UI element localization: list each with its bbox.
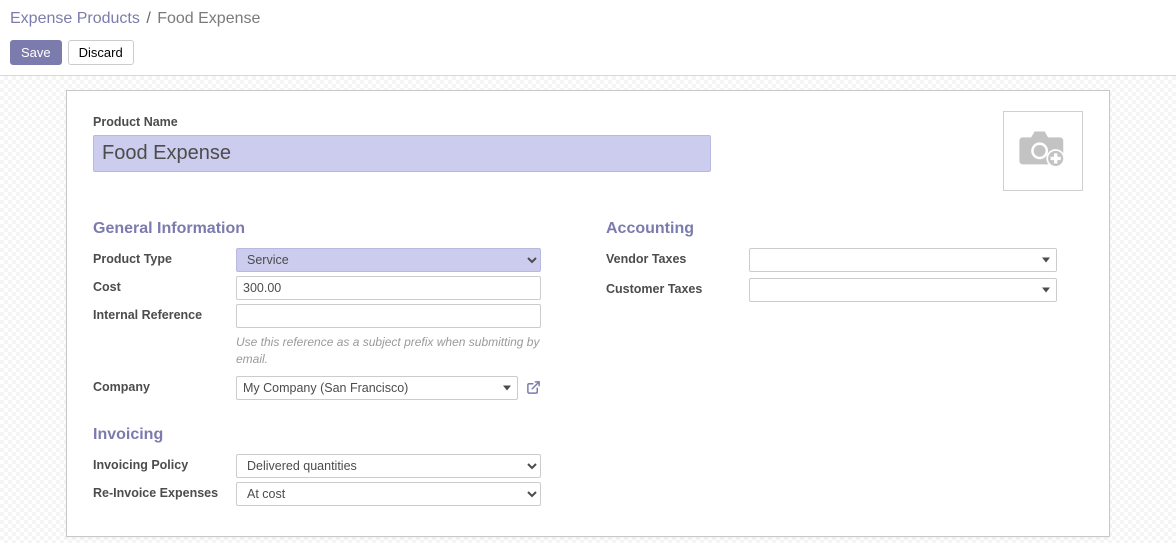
- breadcrumb-parent[interactable]: Expense Products: [10, 10, 140, 27]
- chevron-down-icon: [1042, 288, 1050, 293]
- form-sheet: Product Name General Information Product…: [66, 90, 1110, 537]
- company-label: Company: [93, 376, 236, 394]
- discard-button[interactable]: Discard: [68, 40, 134, 65]
- internal-reference-label: Internal Reference: [93, 304, 236, 322]
- company-select[interactable]: My Company (San Francisco): [236, 376, 518, 400]
- breadcrumb: Expense Products / Food Expense: [0, 0, 1176, 36]
- customer-taxes-label: Customer Taxes: [606, 278, 749, 296]
- general-information-title: General Information: [93, 220, 570, 238]
- reinvoice-expenses-label: Re-Invoice Expenses: [93, 482, 236, 500]
- customer-taxes-select[interactable]: [749, 278, 1057, 302]
- chevron-down-icon: [503, 385, 511, 390]
- accounting-title: Accounting: [606, 220, 1083, 238]
- external-link-icon[interactable]: [526, 380, 541, 395]
- product-name-label: Product Name: [93, 115, 1083, 129]
- accounting-section: Accounting Vendor Taxes Customer Taxes: [606, 220, 1083, 510]
- action-bar: Save Discard: [0, 36, 1176, 75]
- save-button[interactable]: Save: [10, 40, 62, 65]
- cost-label: Cost: [93, 276, 236, 294]
- product-type-select[interactable]: Service: [236, 248, 541, 272]
- invoicing-title: Invoicing: [93, 426, 570, 444]
- vendor-taxes-select[interactable]: [749, 248, 1057, 272]
- breadcrumb-separator: /: [146, 10, 150, 27]
- product-image-upload[interactable]: [1003, 111, 1083, 191]
- chevron-down-icon: [1042, 258, 1050, 263]
- cost-input[interactable]: [236, 276, 541, 300]
- vendor-taxes-label: Vendor Taxes: [606, 248, 749, 266]
- reinvoice-expenses-select[interactable]: At cost: [236, 482, 541, 506]
- internal-reference-help: Use this reference as a subject prefix w…: [93, 334, 541, 368]
- breadcrumb-current: Food Expense: [157, 10, 260, 27]
- general-information-section: General Information Product Type Service…: [93, 220, 570, 510]
- company-value: My Company (San Francisco): [243, 381, 408, 395]
- form-columns: General Information Product Type Service…: [93, 220, 1083, 510]
- invoicing-policy-label: Invoicing Policy: [93, 454, 236, 472]
- camera-add-icon: [1016, 128, 1070, 175]
- product-type-label: Product Type: [93, 248, 236, 266]
- invoicing-section: Invoicing Invoicing Policy Delivered qua…: [93, 426, 570, 506]
- internal-reference-input[interactable]: [236, 304, 541, 328]
- product-name-input[interactable]: [93, 135, 711, 172]
- page-background: Product Name General Information Product…: [0, 76, 1176, 543]
- invoicing-policy-select[interactable]: Delivered quantities: [236, 454, 541, 478]
